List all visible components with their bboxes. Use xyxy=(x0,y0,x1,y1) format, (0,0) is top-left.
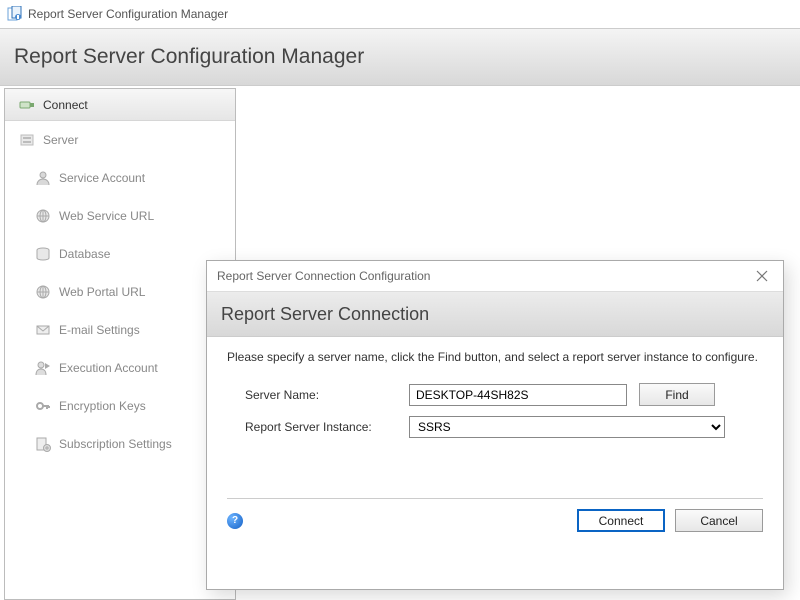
connection-dialog: Report Server Connection Configuration R… xyxy=(206,260,784,590)
mail-icon xyxy=(35,322,51,338)
sidebar-item-encryption-keys[interactable]: Encryption Keys xyxy=(5,387,235,425)
instance-label: Report Server Instance: xyxy=(245,420,409,434)
sidebar-item-label: Web Portal URL xyxy=(59,285,145,299)
close-button[interactable] xyxy=(751,265,773,287)
execution-icon xyxy=(35,360,51,376)
page-header: Report Server Configuration Manager xyxy=(0,28,800,86)
server-name-label: Server Name: xyxy=(245,388,409,402)
database-icon xyxy=(35,246,51,262)
instance-select[interactable]: SSRS xyxy=(409,416,725,438)
dialog-body: Please specify a server name, click the … xyxy=(207,337,783,438)
key-icon xyxy=(35,398,51,414)
sidebar-item-web-portal-url[interactable]: Web Portal URL xyxy=(5,273,235,311)
connect-button[interactable]: Connect xyxy=(577,509,665,532)
instance-row: Report Server Instance: SSRS xyxy=(245,416,763,438)
app-window: Report Server Configuration Manager Repo… xyxy=(0,0,800,600)
sidebar: Connect Server Service Account Web Servi… xyxy=(4,88,236,600)
dialog-header: Report Server Connection xyxy=(207,291,783,337)
sidebar-item-database[interactable]: Database xyxy=(5,235,235,273)
sidebar-item-label: Execution Account xyxy=(59,361,158,375)
sidebar-item-connect[interactable]: Connect xyxy=(5,89,235,121)
sidebar-item-label: E-mail Settings xyxy=(59,323,140,337)
titlebar: Report Server Configuration Manager xyxy=(0,0,800,28)
sidebar-item-web-service-url[interactable]: Web Service URL xyxy=(5,197,235,235)
app-title: Report Server Configuration Manager xyxy=(28,7,228,21)
close-icon xyxy=(756,270,768,282)
sidebar-item-server[interactable]: Server xyxy=(5,121,235,159)
sidebar-item-label: Connect xyxy=(43,98,88,112)
connect-icon xyxy=(19,97,35,113)
help-icon[interactable]: ? xyxy=(227,513,243,529)
server-icon xyxy=(19,132,35,148)
sidebar-item-email-settings[interactable]: E-mail Settings xyxy=(5,311,235,349)
dialog-title: Report Server Connection Configuration xyxy=(217,269,430,283)
app-icon xyxy=(6,6,22,22)
sidebar-item-service-account[interactable]: Service Account xyxy=(5,159,235,197)
server-name-input[interactable] xyxy=(409,384,627,406)
cancel-button[interactable]: Cancel xyxy=(675,509,763,532)
sidebar-item-label: Encryption Keys xyxy=(59,399,146,413)
sidebar-item-subscription-settings[interactable]: Subscription Settings xyxy=(5,425,235,463)
dialog-heading: Report Server Connection xyxy=(221,304,429,325)
sidebar-item-label: Service Account xyxy=(59,171,145,185)
dialog-footer: ? Connect Cancel xyxy=(207,499,783,532)
sidebar-item-label: Subscription Settings xyxy=(59,437,172,451)
sidebar-item-execution-account[interactable]: Execution Account xyxy=(5,349,235,387)
sidebar-item-label: Web Service URL xyxy=(59,209,154,223)
dialog-instruction: Please specify a server name, click the … xyxy=(227,349,763,365)
globe-icon xyxy=(35,208,51,224)
subscription-icon xyxy=(35,436,51,452)
find-button[interactable]: Find xyxy=(639,383,715,406)
sidebar-item-label: Server xyxy=(43,133,78,147)
user-icon xyxy=(35,170,51,186)
sidebar-item-label: Database xyxy=(59,247,110,261)
server-name-row: Server Name: Find xyxy=(245,383,763,406)
dialog-titlebar: Report Server Connection Configuration xyxy=(207,261,783,291)
page-title: Report Server Configuration Manager xyxy=(14,45,364,69)
globe-icon xyxy=(35,284,51,300)
